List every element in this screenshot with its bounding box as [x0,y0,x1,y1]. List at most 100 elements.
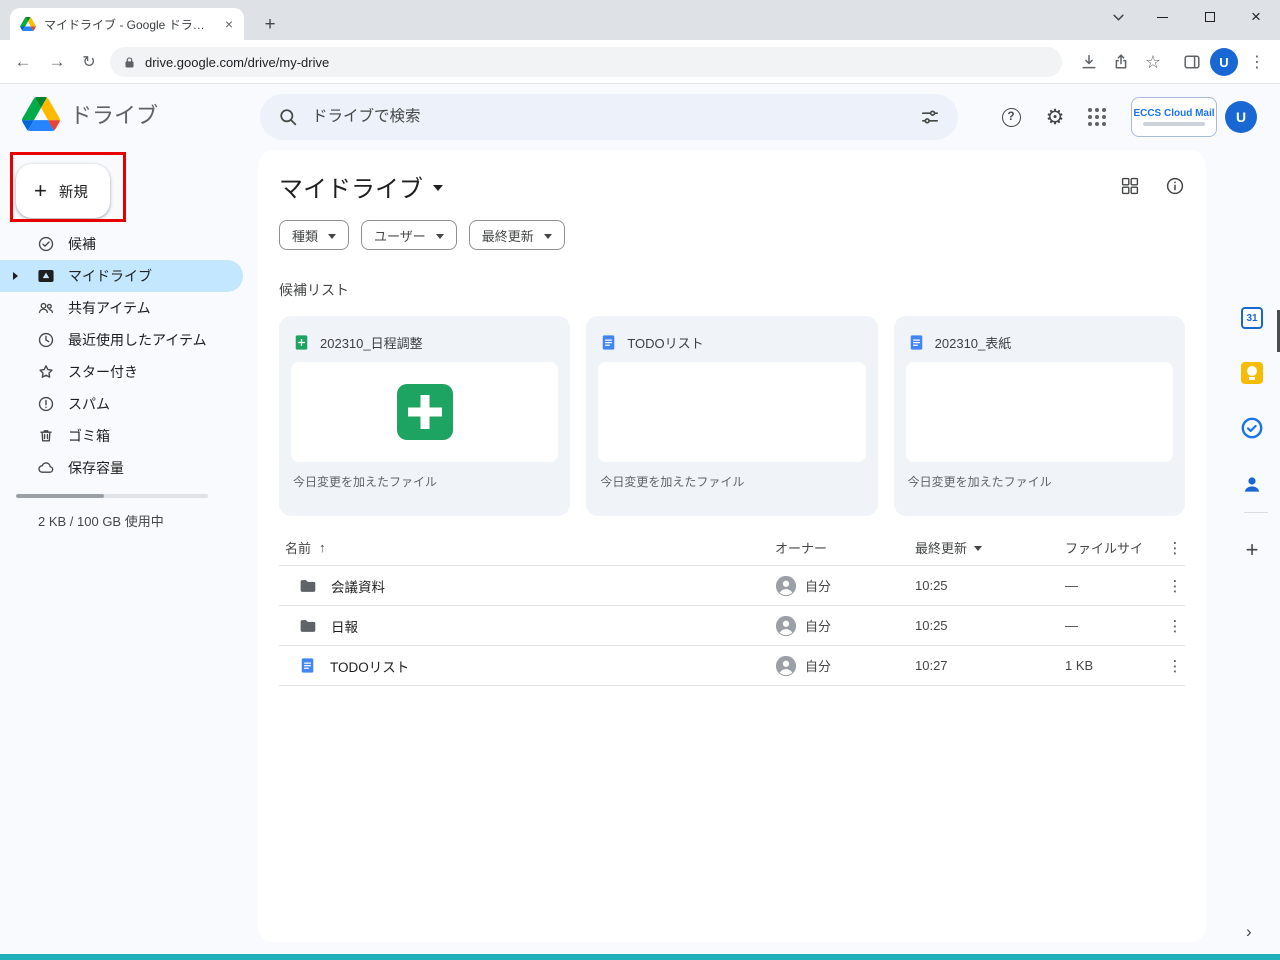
sort-ascending-icon: ↑ [319,540,326,555]
row-menu-button[interactable]: ⋮ [1165,617,1185,635]
tasks-button[interactable] [1238,414,1266,442]
storage-usage-text: 2 KB / 100 GB 使用中 [38,511,164,530]
file-size: — [1065,578,1165,593]
browser-titlebar: マイドライブ - Google ドライブ × + × [0,0,1280,40]
modified-time: 10:25 [915,618,1065,633]
grid-view-toggle[interactable] [1121,177,1139,195]
download-button[interactable] [1072,45,1106,79]
clock-icon [37,331,55,349]
sheets-logo-icon [397,384,453,440]
sidebar-item-shared[interactable]: 共有アイテム [0,292,243,324]
avatar-letter: U [1219,55,1228,70]
owner-name: 自分 [805,576,831,595]
sidebar-item-spam[interactable]: スパム [0,388,243,420]
window-minimize-button[interactable] [1139,0,1185,34]
card-reason: 今日変更を加えたファイル [279,462,570,501]
trash-icon [37,427,55,445]
rail-divider [1244,512,1268,513]
drive-profile-avatar[interactable]: U [1225,101,1257,133]
card-file-name: 202310_表紙 [935,333,1012,352]
chevron-down-icon [436,234,444,239]
forward-icon: → [49,52,66,72]
sidebar-item-label: スター付き [68,362,138,382]
sidebar-item-suggestions[interactable]: 候補 [0,228,243,260]
filter-chip-modified[interactable]: 最終更新 [469,220,565,250]
suggestion-card[interactable]: 202310_日程調整 今日変更を加えたファイル [279,316,570,516]
chip-label: 最終更新 [482,226,534,245]
folder-icon [299,617,317,635]
file-list-header: 名前 ↑ オーナー 最終更新 ファイルサイ ⋮ [279,530,1185,566]
column-header-owner[interactable]: オーナー [775,538,915,557]
browser-menu-button[interactable]: ⋮ [1240,45,1274,79]
sidebar-item-recent[interactable]: 最近使用したアイテム [0,324,243,356]
plus-icon: + [1246,537,1259,563]
sidebar-item-starred[interactable]: スター付き [0,356,243,388]
column-label: ファイルサイ [1065,541,1143,556]
keep-button[interactable] [1238,359,1266,387]
get-add-ons-button[interactable]: + [1238,536,1266,564]
filter-chip-people[interactable]: ユーザー [361,220,457,250]
side-panel-button[interactable] [1175,45,1209,79]
search-options-icon[interactable] [920,107,940,127]
google-apps-button[interactable] [1085,105,1109,129]
column-header-name[interactable]: 名前 ↑ [279,538,775,557]
check-circle-icon [37,235,55,253]
forward-button[interactable]: → [40,45,74,79]
file-size: 1 KB [1065,658,1165,673]
window-maximize-button[interactable] [1187,0,1233,34]
contacts-button[interactable] [1238,470,1266,498]
drive-logo-icon [22,97,60,131]
sidebar-item-trash[interactable]: ゴミ箱 [0,420,243,452]
account-badge[interactable]: ECCS Cloud Mail [1131,97,1217,137]
suggestion-card[interactable]: 202310_表紙 今日変更を加えたファイル [894,316,1185,516]
tab-close-icon[interactable]: × [222,16,236,32]
row-menu-button[interactable]: ⋮ [1165,657,1185,675]
row-menu-button[interactable]: ⋮ [1165,577,1185,595]
back-button[interactable]: ← [6,45,40,79]
settings-button[interactable]: ⚙ [1043,105,1067,129]
calendar-button[interactable]: 31 [1238,304,1266,332]
drive-search-bar[interactable] [260,94,958,140]
browser-tab[interactable]: マイドライブ - Google ドライブ × [10,8,244,40]
browser-toolbar: ← → ↻ drive.google.com/drive/my-drive ☆ … [0,40,1280,84]
minimize-icon [1157,17,1168,18]
share-button[interactable] [1104,45,1138,79]
modified-time: 10:27 [915,658,1065,673]
address-bar[interactable]: drive.google.com/drive/my-drive [110,47,1062,77]
search-input[interactable] [312,108,906,126]
new-tab-button[interactable]: + [256,11,284,39]
filter-chip-type[interactable]: 種類 [279,220,349,250]
share-icon [1112,53,1130,71]
card-thumbnail [598,362,865,462]
avatar-letter: U [1236,109,1246,125]
bookmark-star-button[interactable]: ☆ [1136,45,1170,79]
column-header-size[interactable]: ファイルサイ [1065,538,1165,557]
file-row[interactable]: TODOリスト 自分 10:27 1 KB ⋮ [279,646,1185,686]
card-reason: 今日変更を加えたファイル [586,462,877,501]
help-button[interactable]: ? [999,105,1023,129]
browser-profile-avatar[interactable]: U [1210,48,1238,76]
search-icon[interactable] [278,107,298,127]
reload-button[interactable]: ↻ [72,45,106,79]
column-header-modified[interactable]: 最終更新 [915,538,1065,557]
sidebar-item-my-drive[interactable]: マイドライブ [0,260,243,292]
lock-icon [124,56,135,69]
window-close-button[interactable]: × [1233,0,1279,34]
sidebar-item-storage[interactable]: 保存容量 [0,452,243,484]
tab-search-button[interactable] [1102,4,1134,30]
kebab-icon: ⋮ [1249,52,1265,72]
expand-panel-button[interactable]: › [1246,922,1252,942]
expand-caret-icon[interactable] [13,272,18,280]
suggestion-cards: 202310_日程調整 今日変更を加えたファイル TODOリスト 今日変更を加え… [279,316,1185,516]
details-button[interactable] [1165,176,1185,196]
column-header-menu[interactable]: ⋮ [1165,539,1185,557]
storage-progress-bar [16,494,208,498]
suggestion-card[interactable]: TODOリスト 今日変更を加えたファイル [586,316,877,516]
drive-logo[interactable]: ドライブ [22,97,158,131]
tab-title: マイドライブ - Google ドライブ [44,16,214,33]
page-title-dropdown[interactable]: マイドライブ [279,169,443,204]
new-button[interactable]: + 新規 [16,164,110,218]
file-row[interactable]: 日報 自分 10:25 — ⋮ [279,606,1185,646]
file-row[interactable]: 会議資料 自分 10:25 — ⋮ [279,566,1185,606]
account-badge-subtext [1143,122,1205,126]
